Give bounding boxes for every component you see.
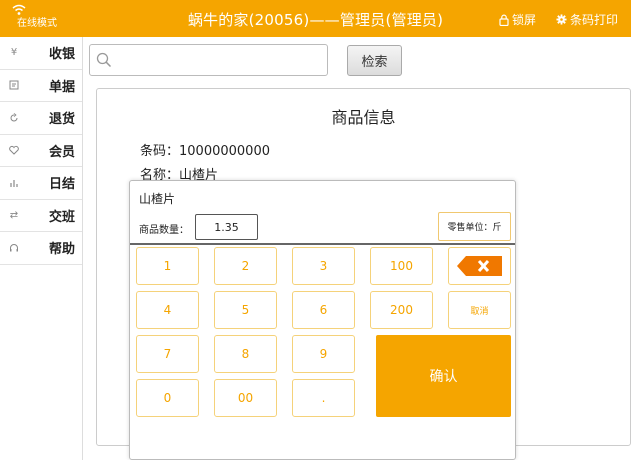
heart-icon (8, 144, 20, 156)
retail-unit-button[interactable]: 零售单位：斤 (438, 212, 511, 241)
backspace-icon (456, 256, 502, 276)
lock-icon (499, 14, 509, 26)
delete-button[interactable] (448, 247, 511, 285)
key-7[interactable]: 7 (136, 335, 199, 373)
confirm-button[interactable]: 确认 (376, 335, 511, 417)
key-00[interactable]: 00 (214, 379, 277, 417)
sidebar-item-label: 会员 (48, 144, 75, 160)
quantity-label: 商品数量： (139, 225, 189, 236)
key-4[interactable]: 4 (136, 291, 199, 329)
receipt-icon (8, 79, 20, 91)
barcode-line: 条码：10000000000 (140, 144, 270, 159)
key-5[interactable]: 5 (214, 291, 277, 329)
key-1[interactable]: 1 (136, 247, 199, 285)
quantity-dialog: 山楂片 商品数量： 1.35 零售单位：斤 1 2 3 100 4 5 6 20… (129, 180, 516, 460)
top-bar: 在线模式 蜗牛的家(20056)——管理员(管理员) 锁屏 条码打印 (0, 0, 631, 37)
sidebar: ¥ 收银 单据 退货 会员 日结 ⇄ 交班 帮助 (0, 37, 83, 460)
print-label: 条码打印 (570, 13, 619, 27)
barcode-print-button[interactable]: 条码打印 (556, 11, 618, 28)
sidebar-item-label: 收银 (48, 47, 75, 63)
headset-icon (8, 242, 20, 254)
key-3[interactable]: 3 (292, 247, 355, 285)
key-200[interactable]: 200 (370, 291, 433, 329)
sidebar-item-members[interactable]: 会员 (0, 135, 82, 167)
key-6[interactable]: 6 (292, 291, 355, 329)
yen-icon: ¥ (10, 47, 18, 59)
quantity-input[interactable]: 1.35 (195, 214, 258, 240)
sidebar-item-label: 退货 (48, 112, 75, 128)
sidebar-item-documents[interactable]: 单据 (0, 70, 82, 102)
sidebar-item-help[interactable]: 帮助 (0, 232, 82, 265)
sidebar-item-label: 交班 (48, 209, 75, 225)
gear-icon (556, 14, 567, 25)
sidebar-item-label: 帮助 (48, 242, 75, 258)
lock-screen-button[interactable]: 锁屏 (499, 11, 536, 28)
sidebar-item-label: 单据 (48, 79, 75, 95)
sidebar-item-checkout[interactable]: ¥ 收银 (0, 37, 82, 70)
return-icon (8, 112, 20, 124)
swap-icon: ⇄ (9, 209, 19, 221)
cancel-button[interactable]: 取消 (448, 291, 511, 329)
search-box[interactable] (89, 44, 328, 76)
key-9[interactable]: 9 (292, 335, 355, 373)
search-input[interactable] (116, 49, 324, 71)
product-info-title: 商品信息 (331, 108, 396, 127)
sidebar-item-shift-handover[interactable]: ⇄ 交班 (0, 200, 82, 232)
key-2[interactable]: 2 (214, 247, 277, 285)
key-0[interactable]: 0 (136, 379, 199, 417)
sidebar-item-daily-settlement[interactable]: 日结 (0, 167, 82, 200)
search-icon (96, 52, 112, 68)
bar-chart-icon (8, 177, 20, 189)
dialog-product-name: 山楂片 (139, 192, 176, 206)
search-button[interactable]: 检索 (347, 45, 402, 76)
key-100[interactable]: 100 (370, 247, 433, 285)
sidebar-item-returns[interactable]: 退货 (0, 102, 82, 135)
app-title: 蜗牛的家(20056)——管理员(管理员) (187, 11, 444, 29)
lock-label: 锁屏 (512, 13, 537, 27)
divider (130, 243, 515, 245)
sidebar-item-label: 日结 (48, 177, 75, 193)
key-8[interactable]: 8 (214, 335, 277, 373)
key-decimal[interactable]: . (292, 379, 355, 417)
